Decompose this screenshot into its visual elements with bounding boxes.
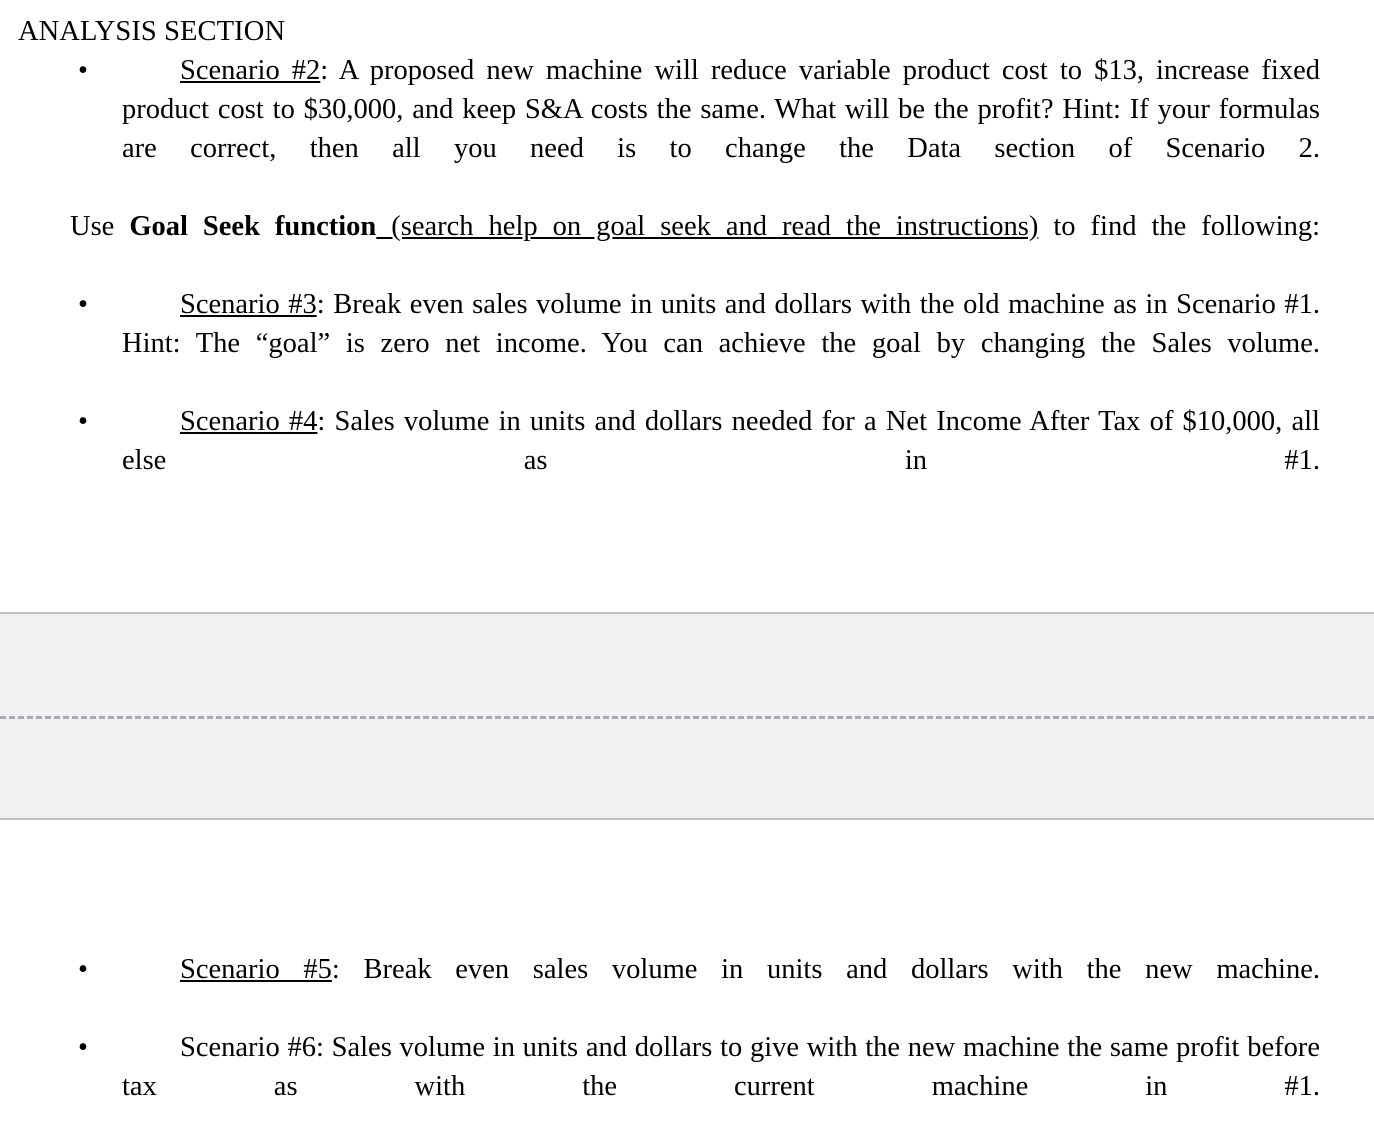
lower-text-block: • Scenario #5: Break even sales volume in… <box>0 950 1374 1145</box>
bullet-scenario-5: • Scenario #5: Break even sales volume in… <box>0 950 1374 1028</box>
scenario-3-label-suffix: : <box>316 289 325 320</box>
bullet-point-icon: • <box>78 406 88 437</box>
bullet-scenario-6: • Scenario #6: Sales volume in units and … <box>0 1028 1374 1145</box>
goal-seek-function-name: Goal Seek function <box>129 211 377 242</box>
goal-seek-instruction: Use Goal Seek function (search help on g… <box>0 207 1374 285</box>
scenario-5-label: Scenario #5 <box>180 954 332 985</box>
redacted-content-panel <box>0 612 1374 820</box>
scenario-6-label: Scenario #6 <box>180 1032 316 1063</box>
bullet-point-icon: • <box>78 1032 88 1063</box>
bullet-scenario-3: • Scenario #3: Break even sales volume in… <box>0 285 1374 402</box>
scenario-4-label: Scenario #4 <box>180 406 318 437</box>
upper-text-block: ANALYSIS SECTION • Scenario #2: A propose… <box>0 0 1374 519</box>
bullet-scenario-4: • Scenario #4: Sales volume in units and … <box>0 402 1374 519</box>
scenario-5-text: Break even sales volume in units and dol… <box>339 954 1320 985</box>
bullet-point-icon: • <box>78 55 88 86</box>
bullet-point-icon: • <box>78 954 88 985</box>
scenario-2-label-suffix: : <box>320 55 329 86</box>
scenario-3-label: Scenario #3 <box>180 289 317 320</box>
scenario-6-label-suffix: : <box>315 1032 324 1063</box>
bullet-scenario-2: • Scenario #2: A proposed new machine wil… <box>0 51 1374 207</box>
goal-seek-prefix: Use <box>70 211 130 242</box>
scenario-5-label-suffix: : <box>331 954 340 985</box>
document-page: ANALYSIS SECTION • Scenario #2: A propose… <box>0 0 1374 1102</box>
goal-seek-suffix: to find the following: <box>1038 211 1321 242</box>
scenario-2-label: Scenario #2 <box>180 55 321 86</box>
bullet-point-icon: • <box>78 289 88 320</box>
goal-seek-help-note: (search help on goal seek and read the i… <box>376 211 1039 242</box>
panel-dashed-divider <box>0 716 1374 719</box>
page-title: ANALYSIS SECTION <box>18 16 286 47</box>
